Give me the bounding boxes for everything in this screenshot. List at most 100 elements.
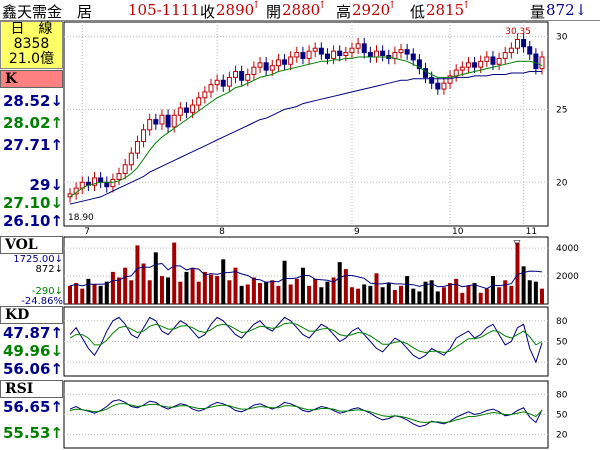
- kd-chart: 20 50 80: [63, 306, 568, 377]
- volume-bar-68: [484, 288, 489, 304]
- candle-body-55: [404, 49, 410, 55]
- volume-bar-63: [454, 278, 459, 304]
- candle-body-17: [171, 114, 177, 128]
- price-tick-0: 20: [556, 178, 568, 188]
- month-label-1: 8: [219, 227, 225, 237]
- candle-body-28: [239, 71, 245, 81]
- candle-body-50: [373, 50, 379, 58]
- candle-body-68: [484, 56, 490, 62]
- candle-body-63: [453, 69, 459, 77]
- candle-body-39: [306, 50, 312, 59]
- volume-bar-69: [490, 276, 495, 304]
- volume-bar-57: [417, 291, 422, 304]
- candle-body-75: [527, 46, 533, 55]
- price-tick-2: 30: [556, 33, 568, 43]
- volume-bar-42: [325, 281, 330, 304]
- volume-bar-62: [448, 283, 453, 304]
- price-low-marker: 18.90: [68, 213, 94, 223]
- candle-body-53: [392, 52, 398, 59]
- volume-bar-64: [460, 292, 465, 304]
- volume-bar-61: [441, 287, 446, 304]
- volume-bar-75: [527, 280, 532, 304]
- candle-body-33: [269, 65, 275, 71]
- rsi-chart: 20 50 80: [63, 380, 568, 449]
- volume-bar-21: [196, 281, 201, 304]
- volume-bar-41: [319, 287, 324, 304]
- volume-bar-19: [184, 271, 189, 304]
- volume-bar-4: [92, 284, 97, 304]
- volume-bar-38: [300, 267, 305, 304]
- candle-body-44: [337, 50, 343, 57]
- volume-bar-2: [80, 288, 85, 304]
- volume-bar-30: [251, 277, 256, 304]
- month-label-0: 7: [84, 227, 90, 237]
- candle-body-41: [318, 47, 324, 55]
- candle-body-60: [435, 82, 441, 90]
- volume-bar-65: [466, 285, 471, 304]
- candle-body-15: [159, 114, 165, 125]
- candle-body-66: [472, 62, 478, 68]
- volume-bar-34: [276, 285, 281, 304]
- volume-bar-55: [405, 276, 410, 304]
- volume-bar-31: [258, 283, 263, 304]
- volume-bar-14: [153, 252, 158, 304]
- volume-bar-71: [503, 280, 508, 304]
- volume-bar-33: [270, 280, 275, 304]
- candle-body-51: [380, 50, 386, 57]
- candle-body-10: [128, 152, 134, 166]
- candle-body-73: [514, 38, 520, 49]
- volume-bar-67: [478, 292, 483, 304]
- candle-body-6: [104, 181, 110, 188]
- price-tick-1: 25: [556, 105, 567, 115]
- volume-marker: ▽: [513, 239, 520, 249]
- candle-body-12: [141, 129, 147, 142]
- volume-chart: 2000 4000 ▽: [63, 236, 579, 305]
- candle-body-11: [134, 140, 140, 154]
- volume-bar-15: [159, 276, 164, 304]
- volume-bar-54: [399, 285, 404, 304]
- candle-body-74: [521, 38, 527, 48]
- candle-body-56: [410, 53, 416, 61]
- volume-bar-5: [98, 285, 103, 304]
- candle-body-49: [367, 52, 373, 58]
- volume-bar-12: [141, 263, 146, 304]
- kd-tick-1: 50: [556, 338, 568, 348]
- candle-body-29: [245, 73, 251, 81]
- candle-body-35: [282, 59, 288, 65]
- candle-body-27: [233, 71, 239, 78]
- candle-body-14: [153, 119, 159, 125]
- price-chart: 20 25 30 7 8 9 10 11 30.35 18.90: [63, 21, 568, 237]
- price-high-marker: 30.35: [505, 27, 531, 37]
- volume-bar-56: [411, 288, 416, 304]
- volume-bar-37: [294, 278, 299, 304]
- candle-body-76: [533, 53, 539, 70]
- kd-tick-0: 20: [556, 358, 568, 368]
- volume-bar-60: [435, 291, 440, 304]
- candle-body-9: [122, 164, 128, 175]
- candle-body-16: [165, 114, 171, 128]
- candle-body-37: [294, 52, 300, 58]
- candle-body-61: [441, 82, 447, 90]
- volume-bar-25: [221, 259, 226, 304]
- volume-bar-6: [104, 281, 109, 304]
- volume-bar-36: [288, 284, 293, 304]
- candle-body-46: [349, 47, 355, 54]
- candle-body-36: [288, 56, 294, 65]
- candle-body-20: [190, 104, 196, 113]
- candle-body-22: [202, 91, 208, 99]
- volume-bar-51: [380, 287, 385, 304]
- candle-body-47: [355, 43, 361, 49]
- volume-bar-9: [123, 267, 128, 304]
- candle-body-25: [220, 79, 226, 87]
- candle-body-65: [465, 62, 471, 68]
- candle-body-38: [300, 52, 306, 59]
- candle-body-77: [539, 56, 545, 70]
- candle-body-71: [502, 52, 508, 59]
- month-label-2: 9: [354, 227, 360, 237]
- rsi-tick-2: 80: [556, 390, 568, 400]
- volume-bar-8: [117, 277, 122, 304]
- volume-bar-72: [509, 285, 514, 304]
- candle-body-34: [275, 59, 281, 67]
- candle-body-18: [177, 107, 183, 116]
- volume-bar-48: [362, 284, 367, 304]
